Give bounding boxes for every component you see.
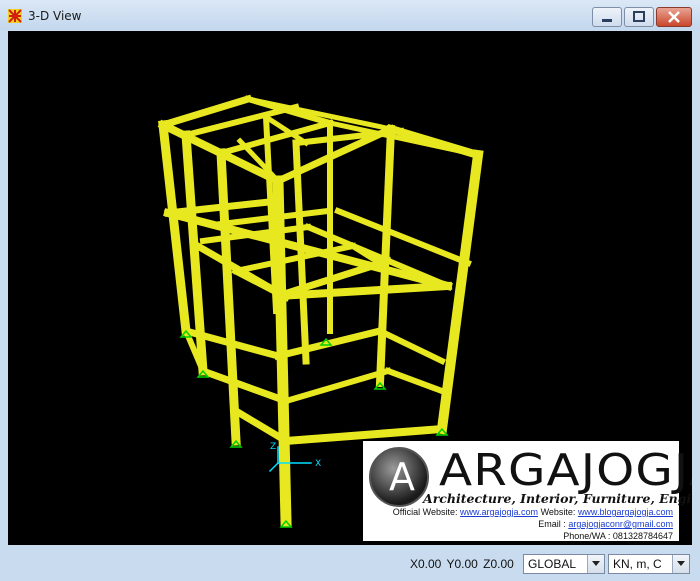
logo-letter: A: [389, 455, 415, 499]
close-icon: [668, 11, 680, 23]
coord-system-value: GLOBAL: [528, 557, 577, 571]
frame-beam[interactable]: [375, 326, 447, 366]
email-line: Email : argajogjaconr@gmail.com: [538, 519, 673, 529]
email-link[interactable]: argajogjaconr@gmail.com: [568, 519, 673, 529]
global-axis-y[interactable]: [268, 461, 280, 473]
structure-app-icon: [8, 9, 22, 23]
frame-column[interactable]: [436, 149, 484, 435]
brand-name: ARGAJOGJA: [439, 445, 692, 496]
axis-label-x: X: [315, 459, 321, 469]
minimize-button[interactable]: [592, 7, 622, 27]
frame-column[interactable]: [216, 148, 241, 446]
chevron-down-icon: [677, 561, 685, 566]
frame-beam[interactable]: [198, 366, 291, 406]
close-button[interactable]: [656, 7, 692, 27]
frame-beam[interactable]: [281, 424, 447, 446]
coordinate-readout: X0.00 Y0.00 Z0.00: [410, 557, 514, 571]
phone-line: Phone/WA : 081328784647: [563, 531, 673, 541]
axis-label-z: Z: [270, 442, 276, 452]
watermark-logo-card: A ARGAJOGJA Architecture, Interior, Furn…: [363, 441, 692, 541]
website-line: Official Website: www.argajogja.com Webs…: [392, 507, 673, 517]
frame-beam[interactable]: [282, 367, 392, 405]
status-bar: X0.00 Y0.00 Z0.00 GLOBAL KN, m, C: [0, 549, 700, 581]
logo-emblem: A: [369, 447, 429, 507]
3d-viewport[interactable]: X Z A ARGAJOGJA Architecture, Interior, F…: [8, 31, 692, 545]
maximize-button[interactable]: [624, 7, 654, 27]
maximize-icon: [633, 11, 645, 22]
chevron-down-icon: [592, 561, 600, 566]
frame-beam[interactable]: [334, 207, 472, 267]
application-window: 3-D View X Z A ARGAJOGJA Architecture, In…: [0, 0, 700, 581]
website-link[interactable]: www.argajogja.com: [460, 507, 538, 517]
brand-tagline: Architecture, Interior, Furniture, Engin…: [423, 491, 692, 506]
units-value: KN, m, C: [613, 557, 662, 571]
units-select[interactable]: KN, m, C: [608, 554, 690, 574]
coord-system-dropdown-arrow[interactable]: [587, 555, 604, 573]
frame-column[interactable]: [158, 120, 191, 336]
website2-link[interactable]: www.blogargajogja.com: [578, 507, 673, 517]
window-title: 3-D View: [28, 9, 82, 23]
coord-system-select[interactable]: GLOBAL: [523, 554, 605, 574]
frame-beam[interactable]: [384, 367, 446, 395]
minimize-icon: [602, 19, 612, 22]
units-dropdown-arrow[interactable]: [672, 555, 689, 573]
title-bar[interactable]: 3-D View: [0, 0, 700, 30]
